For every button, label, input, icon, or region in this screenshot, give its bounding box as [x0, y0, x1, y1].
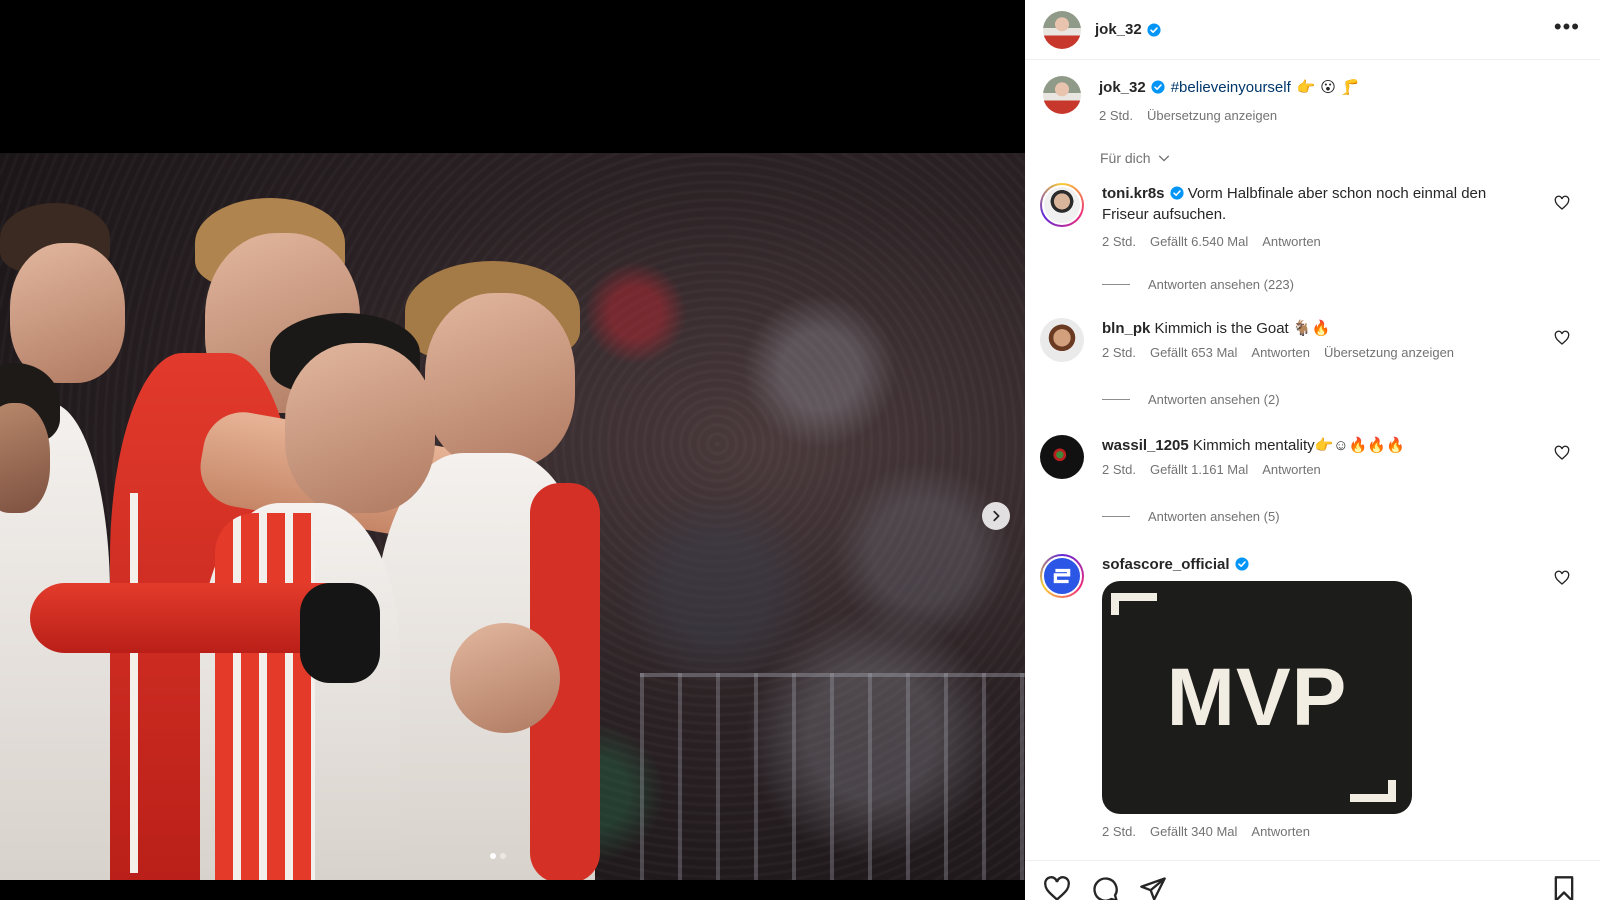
- verified-badge-icon: [1151, 80, 1165, 94]
- comment-item: toni.kr8s Vorm Halbfinale aber schon noc…: [1040, 183, 1580, 292]
- heart-icon[interactable]: [1554, 445, 1570, 461]
- replies-divider: [1102, 284, 1130, 285]
- chevron-right-icon: [993, 510, 1000, 522]
- comment-filter-dropdown[interactable]: Für dich: [1100, 150, 1171, 166]
- verified-badge-icon: [1235, 557, 1249, 571]
- next-slide-button[interactable]: [982, 502, 1010, 530]
- caption-time: 2 Std.: [1099, 108, 1133, 123]
- mvp-text: MVP: [1166, 651, 1348, 743]
- reply-button[interactable]: Antworten: [1251, 824, 1310, 839]
- comment-text: Kimmich mentality👉☺🔥🔥🔥: [1192, 437, 1405, 454]
- post-caption: jok_32 #believeinyourself 👉 😮 🦵 2 Std. Übe…: [1043, 76, 1359, 123]
- comment-username[interactable]: wassil_1205: [1102, 437, 1189, 454]
- comment-avatar[interactable]: [1040, 435, 1084, 479]
- caption-emojis: 👉 😮 🦵: [1296, 78, 1360, 96]
- comment-username[interactable]: toni.kr8s: [1102, 185, 1165, 202]
- view-replies-button[interactable]: Antworten ansehen (223): [1102, 277, 1294, 292]
- sofascore-logo-icon: [1053, 568, 1071, 584]
- comment-time: 2 Std.: [1102, 462, 1136, 477]
- comment-avatar[interactable]: [1040, 554, 1084, 598]
- chevron-down-icon: [1158, 155, 1169, 162]
- replies-divider: [1102, 399, 1130, 400]
- caption-avatar[interactable]: [1043, 76, 1081, 114]
- comment-text: Kimmich is the Goat 🐐🔥: [1154, 320, 1331, 337]
- stadium-fence: [640, 673, 1025, 880]
- translate-comment-link[interactable]: Übersetzung anzeigen: [1324, 345, 1454, 360]
- comment-likes[interactable]: Gefällt 1.161 Mal: [1150, 462, 1248, 477]
- comment-time: 2 Std.: [1102, 824, 1136, 839]
- view-replies-label: Antworten ansehen (223): [1148, 277, 1294, 292]
- comment-item: sofascore_official MVP 2 Std. Gefällt 34…: [1040, 554, 1580, 839]
- post-action-bar: [1025, 860, 1600, 900]
- view-replies-label: Antworten ansehen (5): [1148, 509, 1280, 524]
- verified-badge-icon: [1169, 186, 1184, 200]
- carousel-dot: [500, 853, 506, 859]
- heart-icon[interactable]: [1554, 330, 1570, 346]
- comment-username[interactable]: bln_pk: [1102, 320, 1150, 337]
- comment-username[interactable]: sofascore_official: [1102, 556, 1230, 573]
- bookmark-icon[interactable]: [1550, 875, 1578, 900]
- reply-button[interactable]: Antworten: [1251, 345, 1310, 360]
- post-photo[interactable]: [0, 153, 1025, 880]
- comment-avatar[interactable]: [1040, 318, 1084, 362]
- comment-time: 2 Std.: [1102, 234, 1136, 249]
- reply-button[interactable]: Antworten: [1262, 462, 1321, 477]
- more-options-icon[interactable]: •••: [1554, 16, 1580, 38]
- share-icon[interactable]: [1139, 875, 1167, 900]
- caption-username[interactable]: jok_32: [1099, 79, 1146, 96]
- reply-button[interactable]: Antworten: [1262, 234, 1321, 249]
- comment-filter-label: Für dich: [1100, 150, 1151, 166]
- heart-icon[interactable]: [1043, 875, 1071, 900]
- comment-time: 2 Std.: [1102, 345, 1136, 360]
- comment-item: wassil_1205 Kimmich mentality👉☺🔥🔥🔥 2 Std…: [1040, 435, 1580, 524]
- comment-icon[interactable]: [1091, 875, 1119, 900]
- comment-avatar[interactable]: [1040, 183, 1084, 227]
- view-replies-label: Antworten ansehen (2): [1148, 392, 1280, 407]
- replies-divider: [1102, 516, 1130, 517]
- view-replies-button[interactable]: Antworten ansehen (2): [1102, 392, 1280, 407]
- comment-likes[interactable]: Gefällt 6.540 Mal: [1150, 234, 1248, 249]
- translate-caption-link[interactable]: Übersetzung anzeigen: [1147, 108, 1277, 123]
- frame-corner: [1350, 780, 1396, 802]
- heart-icon[interactable]: [1554, 570, 1570, 586]
- post-header: jok_32 •••: [1025, 0, 1600, 60]
- caption-hashtag[interactable]: #believeinyourself: [1171, 79, 1291, 96]
- post-media: [0, 0, 1025, 900]
- verified-badge-icon: [1147, 22, 1161, 37]
- view-replies-button[interactable]: Antworten ansehen (5): [1102, 509, 1280, 524]
- comment-likes[interactable]: Gefällt 653 Mal: [1150, 345, 1237, 360]
- author-username[interactable]: jok_32: [1095, 21, 1142, 38]
- comment-image[interactable]: MVP: [1102, 581, 1412, 814]
- frame-corner: [1111, 593, 1157, 615]
- heart-icon[interactable]: [1554, 195, 1570, 211]
- carousel-dot-active: [490, 853, 496, 859]
- comment-likes[interactable]: Gefällt 340 Mal: [1150, 824, 1237, 839]
- comment-item: bln_pk Kimmich is the Goat 🐐🔥 2 Std. Gef…: [1040, 318, 1580, 407]
- author-avatar[interactable]: [1043, 10, 1081, 49]
- carousel-indicator: [490, 853, 506, 859]
